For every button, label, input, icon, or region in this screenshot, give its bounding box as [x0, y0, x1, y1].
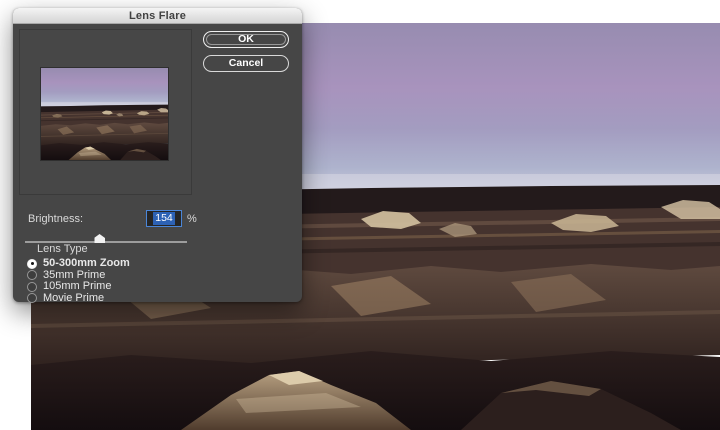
radio-50-300mm-zoom[interactable]: 50-300mm Zoom — [27, 258, 130, 270]
radio-movie-prime[interactable]: Movie Prime — [27, 293, 130, 305]
preview-thumbnail[interactable] — [41, 68, 168, 160]
radio-option-label: 35mm Prime — [43, 270, 105, 281]
dialog-titlebar[interactable]: Lens Flare — [13, 8, 302, 24]
brightness-label: Brightness: — [28, 213, 83, 225]
slider-thumb[interactable] — [94, 234, 105, 243]
brightness-input[interactable]: 154 — [146, 210, 182, 227]
brightness-unit: % — [187, 213, 197, 225]
lens-type-group: Lens Type 50-300mm Zoom 35mm Prime 105mm… — [27, 243, 130, 304]
lens-flare-dialog: Lens Flare OK Cancel Brightness: 154 % L… — [13, 8, 302, 302]
radio-icon — [27, 282, 37, 292]
radio-105mm-prime[interactable]: 105mm Prime — [27, 281, 130, 293]
ok-button[interactable]: OK — [203, 31, 289, 48]
preview-panel — [19, 29, 192, 195]
preview-thumbnail-image — [41, 68, 168, 160]
radio-option-label: 50-300mm Zoom — [43, 258, 130, 269]
lens-type-label: Lens Type — [37, 243, 130, 255]
radio-option-label: 105mm Prime — [43, 281, 111, 292]
page: Lens Flare OK Cancel Brightness: 154 % L… — [0, 0, 720, 430]
dialog-title: Lens Flare — [129, 10, 186, 22]
radio-icon — [27, 270, 37, 280]
cancel-button[interactable]: Cancel — [203, 55, 289, 72]
brightness-value: 154 — [153, 212, 175, 225]
radio-icon — [27, 259, 37, 269]
radio-icon — [27, 293, 37, 303]
radio-option-label: Movie Prime — [43, 293, 104, 304]
